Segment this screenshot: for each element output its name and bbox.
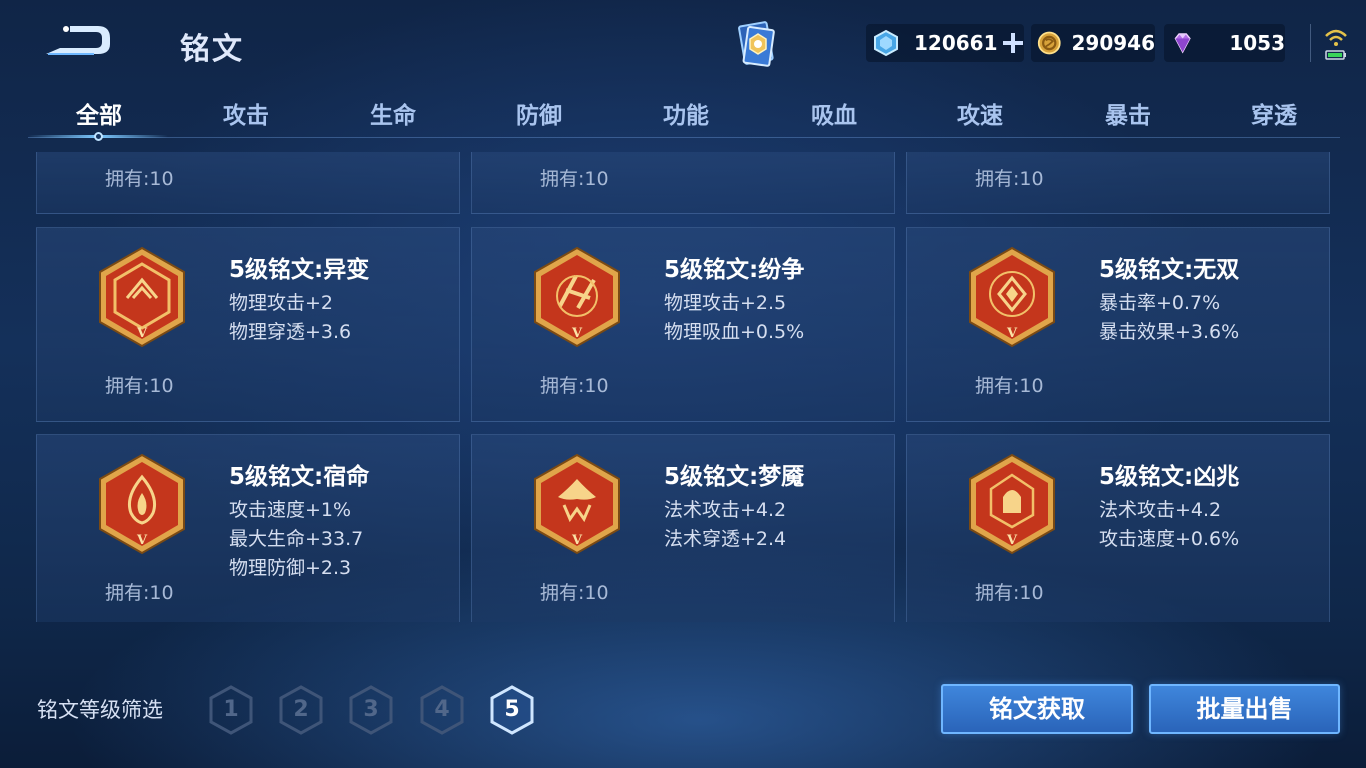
diamond-amount: 1053 [1229,31,1285,55]
header-divider [1310,24,1311,62]
rune-stat: 攻击速度+1% [229,499,352,521]
svg-text:V: V [136,533,148,548]
tab-attack-speed[interactable]: 攻速 [920,96,1040,130]
svg-text:V: V [136,326,148,341]
crystal-amount: 120661 [914,31,998,55]
owned-count: 拥有:10 [540,582,609,604]
owned-count: 拥有:10 [540,168,609,190]
level-filter-5[interactable]: 5 [488,684,536,736]
tab-defense[interactable]: 防御 [479,96,599,130]
page-title: 铭文 [180,32,244,67]
bulk-sell-button[interactable]: 批量出售 [1149,684,1340,734]
rune-stat: 暴击率+0.7% [1099,292,1221,314]
level-filter-label: 铭文等级筛选 [37,698,163,722]
tab-function[interactable]: 功能 [626,96,746,130]
tab-life[interactable]: 生命 [333,96,453,130]
rune-suming-icon: V [97,453,187,557]
level-filter-1[interactable]: 1 [207,684,255,736]
owned-count: 拥有:10 [105,582,174,604]
gold-coin-icon [1037,31,1061,55]
back-button[interactable] [40,20,114,62]
tab-all[interactable]: 全部 [39,96,159,130]
rune-card-partial[interactable]: 拥有:10 [471,152,895,214]
gold-currency: 290946 [1031,24,1155,62]
rune-stat: 物理攻击+2.5 [664,292,787,314]
rune-name: 5级铭文:纷争 [664,257,805,283]
svg-text:V: V [571,533,583,548]
rune-name: 5级铭文:异变 [229,257,370,283]
tab-lifesteal[interactable]: 吸血 [774,96,894,130]
rune-xiongzhao-icon: V [967,453,1057,557]
tab-penetration[interactable]: 穿透 [1214,96,1334,130]
svg-text:V: V [1006,533,1018,548]
owned-count: 拥有:10 [975,582,1044,604]
gold-amount: 290946 [1071,31,1156,55]
svg-text:V: V [1006,326,1018,341]
add-crystal-button[interactable] [1002,32,1024,54]
rune-card-xiongzhao[interactable]: V 5级铭文:凶兆 法术攻击+4.2 攻击速度+0.6% 拥有:10 [906,434,1330,622]
back-arrow-icon [46,26,110,55]
rune-card-partial[interactable]: 拥有:10 [36,152,460,214]
active-tab-dot [94,132,103,141]
rune-name: 5级铭文:无双 [1099,257,1240,283]
rune-name: 5级铭文:梦魇 [664,464,805,490]
owned-count: 拥有:10 [975,168,1044,190]
rune-card-yibian[interactable]: V 5级铭文:异变 物理攻击+2 物理穿透+3.6 拥有:10 [36,227,460,422]
tab-attack[interactable]: 攻击 [186,96,306,130]
diamond-currency: 1053 [1164,24,1285,62]
rune-book-icon[interactable] [730,18,782,70]
rune-stat: 法术穿透+2.4 [664,528,787,550]
rune-card-mengyan[interactable]: V 5级铭文:梦魇 法术攻击+4.2 法术穿透+2.4 拥有:10 [471,434,895,622]
owned-count: 拥有:10 [975,375,1044,397]
rune-stat: 法术攻击+4.2 [664,499,787,521]
rune-stat: 物理防御+2.3 [229,557,352,579]
rune-stat: 法术攻击+4.2 [1099,499,1222,521]
rune-stat: 物理攻击+2 [229,292,334,314]
rune-stat: 物理穿透+3.6 [229,321,352,343]
rune-card-partial[interactable]: 拥有:10 [906,152,1330,214]
top-bar: 铭文 120661 290946 1053 [0,0,1366,88]
rune-name: 5级铭文:宿命 [229,464,370,490]
rune-name: 5级铭文:凶兆 [1099,464,1240,490]
get-rune-button[interactable]: 铭文获取 [941,684,1133,734]
rune-grid[interactable]: 拥有:10 拥有:10 拥有:10 V 5级铭文:异变 物理攻击+2 物理穿透+… [36,152,1330,622]
rune-card-wushuang[interactable]: V 5级铭文:无双 暴击率+0.7% 暴击效果+3.6% 拥有:10 [906,227,1330,422]
wifi-battery-icon [1322,26,1350,62]
rune-stat: 暴击效果+3.6% [1099,321,1240,343]
level-filter-4[interactable]: 4 [418,684,466,736]
rune-mengyan-icon: V [532,453,622,557]
diamond-icon [1174,33,1191,54]
level-filter-3[interactable]: 3 [347,684,395,736]
crystal-currency: 120661 [866,24,1024,62]
rune-card-fenzheng[interactable]: V 5级铭文:纷争 物理攻击+2.5 物理吸血+0.5% 拥有:10 [471,227,895,422]
owned-count: 拥有:10 [105,168,174,190]
rune-stat: 最大生命+33.7 [229,528,364,550]
category-tabs: 全部 攻击 生命 防御 功能 吸血 攻速 暴击 穿透 [28,90,1340,141]
svg-text:V: V [571,326,583,341]
crystal-icon [874,29,898,57]
rune-fenzheng-icon: V [532,246,622,350]
rune-wushuang-icon: V [967,246,1057,350]
rune-yibian-icon: V [97,246,187,350]
owned-count: 拥有:10 [105,375,174,397]
owned-count: 拥有:10 [540,375,609,397]
level-filter-2[interactable]: 2 [277,684,325,736]
rune-card-suming[interactable]: V 5级铭文:宿命 攻击速度+1% 最大生命+33.7 物理防御+2.3 拥有:… [36,434,460,622]
tab-critical[interactable]: 暴击 [1068,96,1188,130]
rune-stat: 攻击速度+0.6% [1099,528,1240,550]
rune-stat: 物理吸血+0.5% [664,321,805,343]
